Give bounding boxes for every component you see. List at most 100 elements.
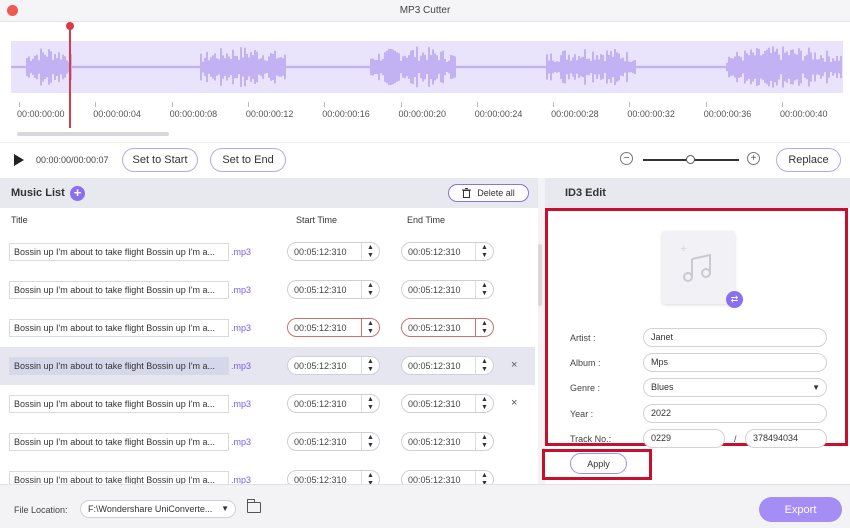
file-location-select[interactable]: F:\Wondershare UniConverte... ▼ [80,500,236,518]
id3-edit-highlight: + ⇄ Artist : Janet Album : Mps Genre : B… [545,208,848,448]
end-time-field[interactable]: 00:05:12:310 ▲▼ [401,242,494,261]
stepper-icon[interactable]: ▲▼ [475,433,493,450]
stepper-icon[interactable]: ▲▼ [475,281,493,298]
trash-icon [462,188,472,198]
timeline-tick-label: 00:00:00:16 [322,109,370,119]
stepper-icon[interactable]: ▲▼ [361,319,379,336]
zoom-out-icon[interactable]: − [620,152,633,165]
stepper-icon[interactable]: ▲▼ [361,433,379,450]
timeline-tick-mark [400,102,402,107]
start-time-field[interactable]: 00:05:12:310 ▲▼ [287,394,380,413]
waveform[interactable] [11,41,843,93]
file-extension: .mp3 [231,323,252,333]
file-name-field[interactable]: Bossin up I'm about to take flight Bossi… [9,281,229,299]
music-list-panel: Music List + Delete all Title Start Time… [0,178,538,489]
file-name-field[interactable]: Bossin up I'm about to take flight Bossi… [9,243,229,261]
zoom-in-icon[interactable]: + [747,152,760,165]
file-name-field[interactable]: Bossin up I'm about to take flight Bossi… [9,433,229,451]
stepper-icon[interactable]: ▲▼ [361,357,379,374]
end-time-field[interactable]: 00:05:12:310 ▲▼ [401,394,494,413]
album-cover[interactable]: + [662,231,735,304]
file-name-field[interactable]: Bossin up I'm about to take flight Bossi… [9,357,229,375]
music-list-title: Music List [11,187,65,199]
timeline-tick-mark [553,102,555,107]
playhead-handle[interactable] [66,22,74,30]
window-title: MP3 Cutter [399,5,451,16]
start-time-field[interactable]: 00:05:12:310 ▲▼ [287,432,380,451]
timeline-tick-mark [95,102,97,107]
set-to-end-button[interactable]: Set to End [210,148,286,172]
end-time-value: 00:05:12:310 [408,399,461,409]
artist-field[interactable]: Janet [643,328,827,347]
end-time-field[interactable]: 00:05:12:310 ▲▼ [401,318,494,337]
svg-text:+: + [680,244,688,254]
track-number-field[interactable]: 0229 [643,429,725,448]
file-extension: .mp3 [231,247,252,257]
file-location-value: F:\Wondershare UniConverte... [88,504,213,514]
folder-icon[interactable] [247,499,261,513]
stepper-icon[interactable]: ▲▼ [361,395,379,412]
music-list-row[interactable]: Bossin up I'm about to take flight Bossi… [0,423,535,461]
timeline-tick-mark [247,102,249,107]
timeline-tick-label: 00:00:00:08 [169,109,218,119]
music-list-row[interactable]: Bossin up I'm about to take flight Bossi… [0,271,535,309]
apply-button[interactable]: Apply [570,453,627,474]
remove-row-icon[interactable]: × [511,397,517,409]
timeline-tick-mark [705,102,707,107]
year-field[interactable]: 2022 [643,404,827,423]
music-list-row[interactable]: Bossin up I'm about to take flight Bossi… [0,233,535,271]
album-field[interactable]: Mps [643,353,827,372]
year-label: Year : [570,409,594,419]
file-name-field[interactable]: Bossin up I'm about to take flight Bossi… [9,395,229,413]
timeline-tick-label: 00:00:00:32 [627,109,675,119]
timeline-scrollbar[interactable] [17,132,169,136]
timeline-tick-label: 00:00:00:20 [398,109,447,119]
remove-row-icon[interactable]: × [511,359,517,371]
export-button[interactable]: Export [759,497,842,522]
genre-select[interactable]: Blues ▼ [643,378,827,397]
start-time-value: 00:05:12:310 [294,323,347,333]
track-total-field[interactable]: 378494034 [745,429,827,448]
end-time-value: 00:05:12:310 [408,361,461,371]
stepper-icon[interactable]: ▲▼ [361,281,379,298]
file-extension: .mp3 [231,285,252,295]
start-time-field[interactable]: 00:05:12:310 ▲▼ [287,318,380,337]
timeline-tick-label: 00:00:00:40 [780,109,828,119]
replace-button[interactable]: Replace [776,148,841,172]
set-to-start-button[interactable]: Set to Start [122,148,198,172]
timeline-tick-label: 00:00:00:28 [551,109,599,119]
stepper-icon[interactable]: ▲▼ [475,395,493,412]
timeline-tick-mark [171,102,173,107]
music-list-row[interactable]: Bossin up I'm about to take flight Bossi… [0,309,535,347]
stepper-icon[interactable]: ▲▼ [475,243,493,260]
playback-controls: 00:00:00/00:00:07 Set to Start Set to En… [0,142,850,178]
file-extension: .mp3 [231,361,252,371]
music-list-row[interactable]: Bossin up I'm about to take flight Bossi… [0,385,535,423]
music-list-row[interactable]: Bossin up I'm about to take flight Bossi… [0,347,535,385]
genre-label: Genre : [570,383,601,393]
end-time-field[interactable]: 00:05:12:310 ▲▼ [401,432,494,451]
zoom-slider-thumb[interactable] [686,155,695,164]
delete-all-button[interactable]: Delete all [448,184,529,202]
stepper-icon[interactable]: ▲▼ [475,357,493,374]
start-time-value: 00:05:12:310 [294,285,347,295]
file-name-field[interactable]: Bossin up I'm about to take flight Bossi… [9,319,229,337]
end-time-value: 00:05:12:310 [408,285,461,295]
play-icon[interactable] [14,154,24,166]
waveform-panel[interactable]: 00:00:00:00 00:00:00:04 00:00:00:08 00:00:0… [0,22,850,142]
start-time-field[interactable]: 00:05:12:310 ▲▼ [287,280,380,299]
music-list-scrollbar[interactable] [538,244,542,306]
stepper-icon[interactable]: ▲▼ [475,319,493,336]
artist-label: Artist : [570,333,596,343]
stepper-icon[interactable]: ▲▼ [361,243,379,260]
title-bar: MP3 Cutter [0,0,850,22]
track-label: Track No.: [570,434,612,444]
end-time-field[interactable]: 00:05:12:310 ▲▼ [401,280,494,299]
add-file-icon[interactable]: + [70,186,85,201]
end-time-field[interactable]: 00:05:12:310 ▲▼ [401,356,494,375]
start-time-field[interactable]: 00:05:12:310 ▲▼ [287,242,380,261]
swap-cover-icon[interactable]: ⇄ [726,291,743,308]
file-extension: .mp3 [231,437,252,447]
music-note-icon: + [680,244,711,282]
start-time-field[interactable]: 00:05:12:310 ▲▼ [287,356,380,375]
